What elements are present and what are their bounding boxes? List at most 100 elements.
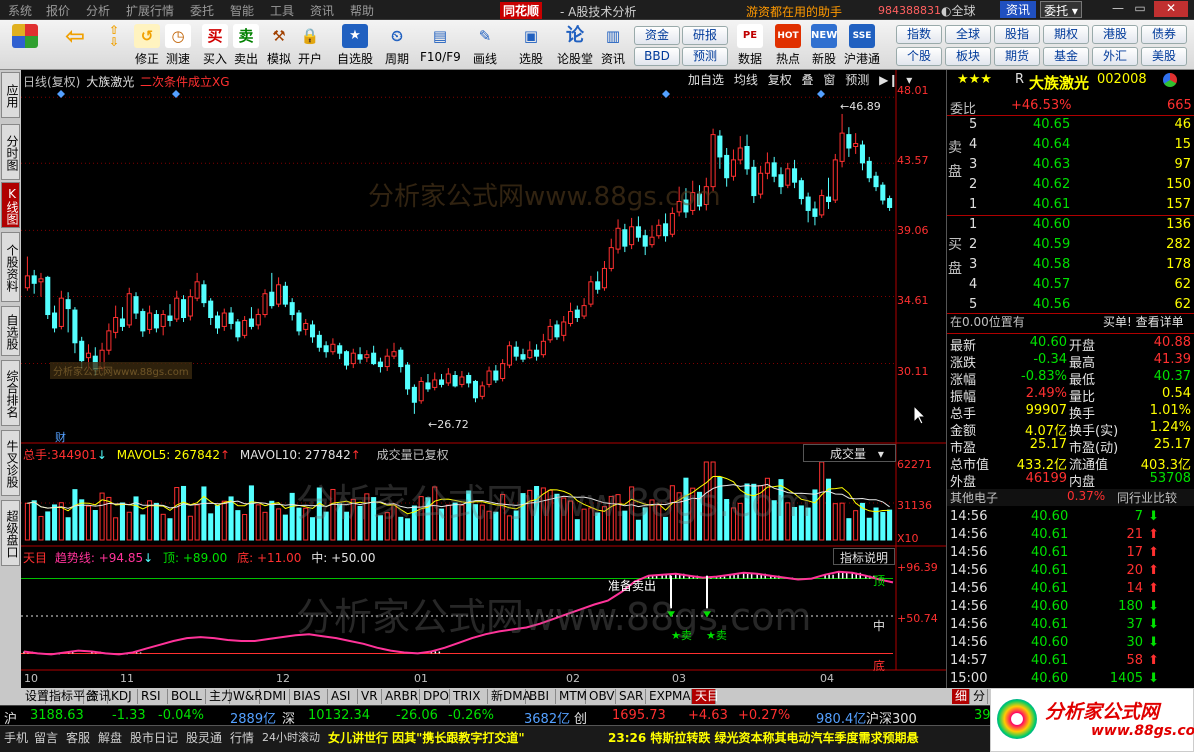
indicator-tab[interactable]: ASI	[328, 689, 358, 704]
toolbar-sell[interactable]: 卖卖出	[231, 22, 261, 68]
status-stock-link[interactable]: 股灵通	[186, 729, 222, 746]
sector-button[interactable]: 板块	[945, 47, 991, 66]
tab-stock-profile[interactable]: 个股资料	[1, 232, 20, 302]
indicator-tab[interactable]: BIAS	[290, 689, 328, 704]
expand-icon[interactable]: ▶❙	[879, 73, 898, 87]
window-button[interactable]: 窗	[823, 73, 835, 87]
quote-detail-tab[interactable]: 细	[952, 689, 970, 704]
tab-super-book[interactable]: 超级盘口	[1, 500, 20, 566]
toolbar-forum[interactable]: 论论股堂	[556, 22, 594, 68]
sell-level-row[interactable]: 4 40.64 15	[947, 137, 1194, 154]
indicator-tab[interactable]: 指标平台	[46, 689, 97, 704]
single-stock-button[interactable]: 个股	[896, 47, 942, 66]
sell-level-row[interactable]: 3 40.63 97	[947, 157, 1194, 174]
finance-marker[interactable]: 财	[55, 429, 66, 445]
indicator-tab[interactable]: 主力	[206, 689, 233, 704]
futures-button[interactable]: 期货	[994, 47, 1040, 66]
toolbar-favorites[interactable]: ★ 自选股	[333, 22, 377, 68]
menu-quote[interactable]: 报价	[46, 2, 70, 19]
toolbar-speed-test[interactable]: ◷ 测速	[163, 22, 193, 68]
toolbar-correction[interactable]: ↺ 修正	[132, 22, 162, 68]
fund-button[interactable]: 基金	[1043, 47, 1089, 66]
tab-kline[interactable]: K线图	[1, 182, 20, 228]
global-button[interactable]: 全球	[945, 25, 991, 44]
toolbar-news[interactable]: ▥ 资讯	[598, 22, 628, 68]
tab-diagnosis[interactable]: 牛叉诊股	[1, 430, 20, 496]
buy-level-row[interactable]: 4 40.57 62	[947, 277, 1194, 294]
indicator-tab[interactable]: BOLL	[168, 689, 206, 704]
add-favorite-button[interactable]: 加自选	[688, 73, 724, 87]
menu-trade[interactable]: 委托	[190, 2, 214, 19]
sell-level-row[interactable]: 1 40.61 157	[947, 197, 1194, 214]
sell-level-row[interactable]: 5 40.65 46	[947, 117, 1194, 134]
kline-forecast-button[interactable]: 预测	[845, 73, 869, 87]
funds-button[interactable]: 资金	[634, 26, 680, 45]
toolbar-buy[interactable]: 买买入	[200, 22, 230, 68]
indicator-tab[interactable]: MTM	[556, 689, 587, 704]
toolbar-draw-line[interactable]: ✎ 画线	[466, 22, 504, 68]
forecast-button[interactable]: 预测	[682, 47, 728, 66]
indicator-tab[interactable]: DMI	[260, 689, 290, 704]
menu-ext-market[interactable]: 扩展行情	[126, 2, 174, 19]
marquee-text[interactable]: 游资都在用的助手	[746, 3, 842, 20]
bond-button[interactable]: 债券	[1141, 25, 1187, 44]
status-mobile[interactable]: 手机	[4, 729, 28, 746]
indicator-tab[interactable]: SAR	[616, 689, 646, 704]
bbd-button[interactable]: BBD	[634, 47, 680, 66]
tab-intraday[interactable]: 分时图	[1, 124, 20, 180]
toolbar-updown[interactable]: ⇧ ⇩	[100, 22, 128, 68]
menu-tools[interactable]: 工具	[270, 2, 294, 19]
indicator-tab[interactable]: TRIX	[450, 689, 488, 704]
index-button[interactable]: 指数	[896, 25, 942, 44]
toolbar-color-blocks[interactable]	[6, 22, 44, 68]
status-diary[interactable]: 股市日记	[130, 729, 178, 746]
indicator-tab[interactable]: KDJ	[108, 689, 138, 704]
status-analysis[interactable]: 解盘	[98, 729, 122, 746]
quote-detail-tab[interactable]: 分	[970, 689, 988, 704]
volume-indicator-select[interactable]: 成交量 ▾	[803, 444, 896, 462]
tab-apps[interactable]: 应用	[1, 72, 20, 118]
forex-button[interactable]: 外汇	[1092, 47, 1138, 66]
news-ticker-2[interactable]: 23:26 特斯拉转跌 绿光资本称其电动汽车季度需求预期悬	[608, 729, 919, 746]
hk-stock-button[interactable]: 港股	[1092, 25, 1138, 44]
color-wheel-icon[interactable]	[1163, 73, 1177, 87]
options-button[interactable]: 期权	[1043, 25, 1089, 44]
toolbar-back[interactable]: ⇦	[56, 22, 94, 68]
stock-index-button[interactable]: 股指	[994, 25, 1040, 44]
toolbar-new-stock[interactable]: NEW 新股	[808, 22, 840, 68]
buy-level-row[interactable]: 3 40.58 178	[947, 257, 1194, 274]
menu-help[interactable]: 帮助	[350, 2, 374, 19]
maximize-icon[interactable]: ▭	[1130, 1, 1150, 17]
sell-level-row[interactable]: 2 40.62 150	[947, 177, 1194, 194]
indicator-tab[interactable]: ARBR	[382, 689, 420, 704]
toolbar-data[interactable]: PE 数据	[734, 22, 766, 68]
indicator-tab[interactable]: 设置	[22, 689, 49, 704]
indicator-tab[interactable]: BBI	[526, 689, 556, 704]
adjust-button[interactable]: 复权	[768, 73, 792, 87]
global-link[interactable]: ◐全球	[941, 2, 976, 19]
indicator-tab[interactable]: OBV	[586, 689, 616, 704]
menu-news[interactable]: 资讯	[310, 2, 334, 19]
sector-compare-link[interactable]: 同行业比较	[1117, 489, 1177, 506]
toolbar-hot[interactable]: HOT 热点	[772, 22, 804, 68]
indicator-tab[interactable]: DPO	[420, 689, 450, 704]
toolbar-f10[interactable]: ▤ F10/F9	[420, 22, 461, 68]
tab-ranking[interactable]: 综合排名	[1, 360, 20, 426]
indicator-tab[interactable]: EXPMA	[646, 689, 692, 704]
menu-smart[interactable]: 智能	[230, 2, 254, 19]
menu-analysis[interactable]: 分析	[86, 2, 110, 19]
indicator-tab[interactable]: 天目	[692, 689, 719, 704]
toolbar-simulate[interactable]: ⚒ 模拟	[264, 22, 294, 68]
status-message[interactable]: 留言	[34, 729, 58, 746]
status-service[interactable]: 客服	[66, 729, 90, 746]
close-icon[interactable]: ✕	[1154, 1, 1188, 17]
research-button[interactable]: 研报	[682, 26, 728, 45]
ma-button[interactable]: 均线	[734, 73, 758, 87]
news-button[interactable]: 资讯	[1000, 1, 1036, 18]
indicator-tab[interactable]: W&R	[230, 689, 263, 704]
toolbar-stock-pick[interactable]: ▣ 选股	[512, 22, 550, 68]
us-stock-button[interactable]: 美股	[1141, 47, 1187, 66]
indicator-tab[interactable]: RSI	[138, 689, 168, 704]
menu-system[interactable]: 系统	[8, 2, 32, 19]
trade-dropdown[interactable]: 委托 ▾	[1040, 1, 1082, 18]
